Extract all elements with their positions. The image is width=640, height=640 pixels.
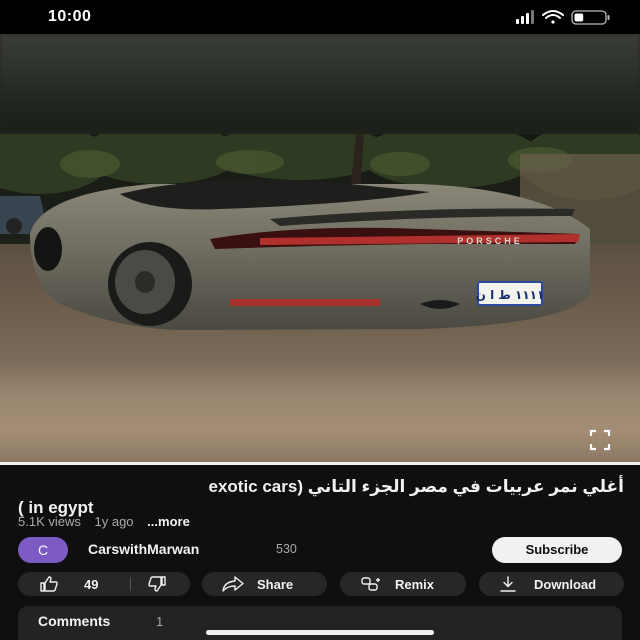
share-button[interactable]: Share [202,572,327,596]
car-photo: ١١١١ ط ا ن PORSCHE [0,134,640,359]
like-dislike-pill: 49 [18,572,190,596]
progress-bar[interactable] [0,462,640,465]
video-blur-bottom [0,359,640,462]
avatar[interactable]: C [18,537,68,563]
video-blur-top [0,34,640,134]
remix-icon [361,577,380,591]
remix-button[interactable]: Remix [340,572,466,596]
fullscreen-icon[interactable] [588,428,612,452]
plate-text: ١١١١ ط ا ن [476,288,545,302]
video-title[interactable]: أغلي نمر عربيات في مصر الجزء التاني (exo… [18,476,624,518]
title-line-1: أغلي نمر عربيات في مصر الجزء التاني (exo… [208,477,624,496]
like-divider [130,577,131,591]
download-label: Download [534,577,597,592]
home-indicator[interactable] [206,630,434,635]
like-count[interactable]: 49 [84,577,98,592]
remix-label: Remix [395,577,435,592]
download-icon [500,576,516,592]
subscriber-count: 530 [276,542,297,556]
share-label: Share [257,577,294,592]
action-bar: 49 Share Remix Download [18,572,624,596]
brand-text: PORSCHE [457,236,523,246]
thumbs-down-icon[interactable] [148,576,166,592]
thumbs-up-icon[interactable] [40,576,58,592]
video-player[interactable]: ١١١١ ط ا ن PORSCHE [0,34,640,462]
channel-row: C CarswithMarwan 530 Subscribe [18,537,622,563]
battery-icon [571,10,610,25]
status-bar: 10:00 [0,0,640,34]
progress-fill [0,462,640,465]
comments-label: Comments [38,613,111,629]
subscribe-button[interactable]: Subscribe [492,537,622,563]
share-icon [222,576,244,592]
more-link[interactable]: ...more [147,514,190,529]
cellular-signal-icon [516,10,534,24]
wifi-icon [542,10,564,24]
view-count: 5.1K views [18,514,81,529]
video-meta[interactable]: 5.1K views 1y ago ...more [18,514,200,529]
comments-count: 1 [156,614,164,629]
download-button[interactable]: Download [479,572,624,596]
status-icons [516,10,610,25]
status-time: 10:00 [48,8,92,25]
upload-age: 1y ago [94,514,134,529]
channel-name[interactable]: CarswithMarwan [88,541,199,557]
